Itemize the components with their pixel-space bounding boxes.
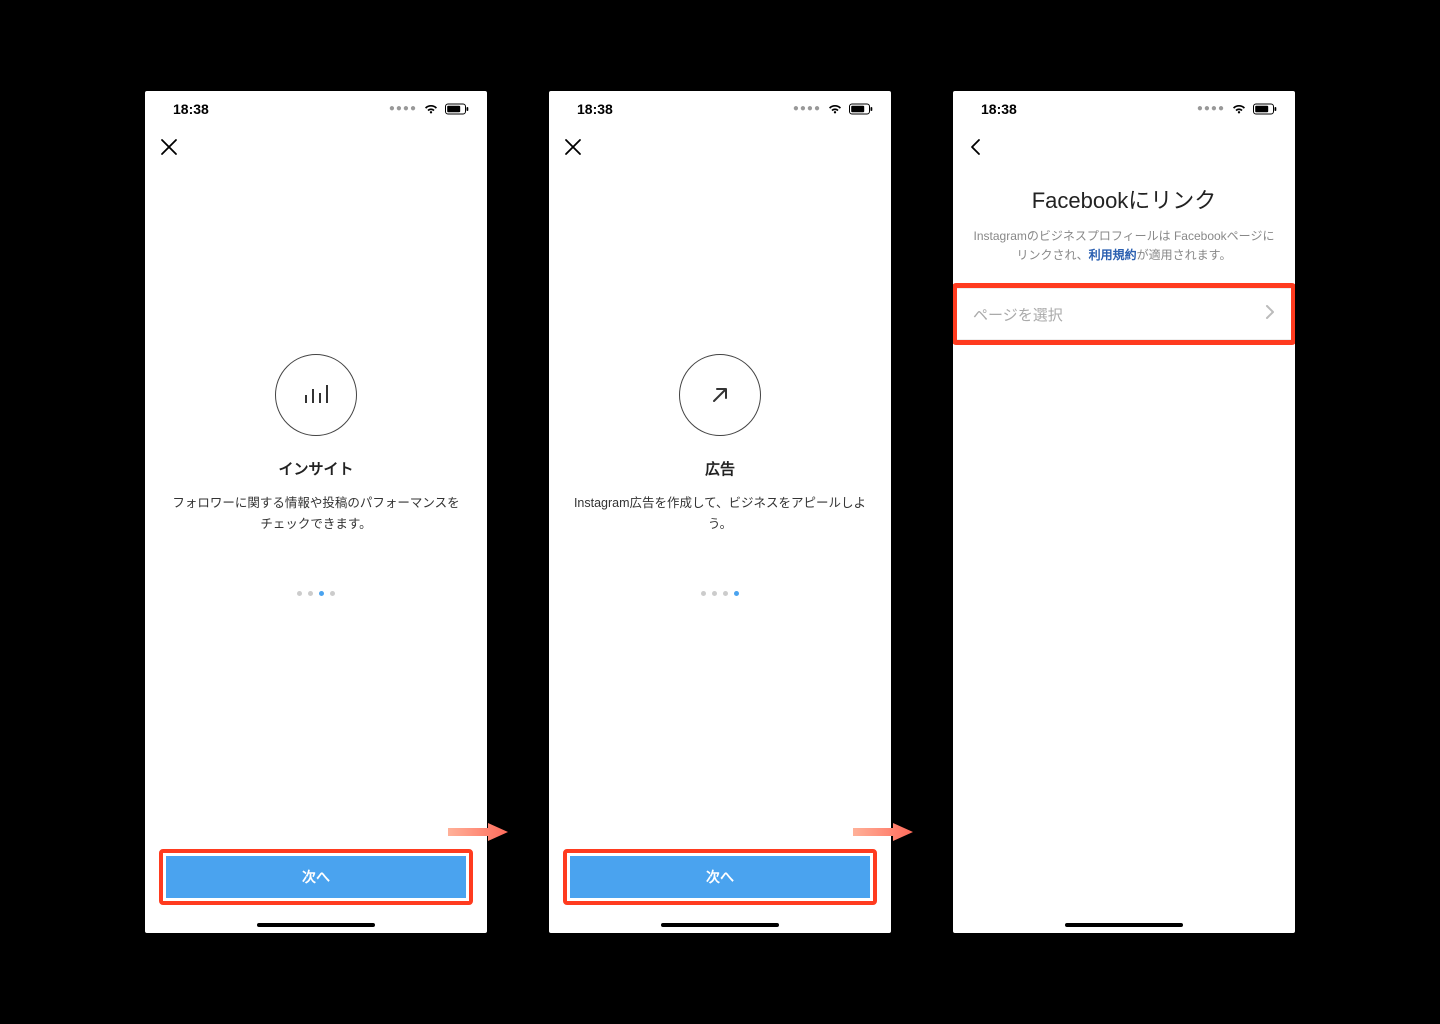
status-icons: ●●●● <box>793 103 873 115</box>
tos-link[interactable]: 利用規約 <box>1089 248 1137 262</box>
highlight-next: 次へ <box>563 849 877 905</box>
onboarding-desc: フォロワーに関する情報や投稿のパフォーマンスをチェックできます。 <box>169 493 463 536</box>
status-icons: ●●●● <box>1197 103 1277 115</box>
onboarding-content: 広告 Instagram広告を作成して、ビジネスをアピールしよう。 <box>549 141 891 809</box>
status-bar: 18:38 ●●●● <box>953 91 1295 127</box>
status-time: 18:38 <box>173 101 209 117</box>
flow-arrow-icon <box>448 822 508 842</box>
onboarding-desc: Instagram広告を作成して、ビジネスをアピールしよう。 <box>573 493 867 536</box>
highlight-select-page: ページを選択 <box>953 283 1295 345</box>
page-title: Facebookにリンク <box>973 183 1275 215</box>
status-icons: ●●●● <box>389 103 469 115</box>
highlight-next: 次へ <box>159 849 473 905</box>
home-indicator <box>257 923 375 927</box>
cell-dots-icon: ●●●● <box>389 103 417 114</box>
status-time: 18:38 <box>981 101 1017 117</box>
screen-ads: 18:38 ●●●● 広告 Instagra <box>549 91 891 933</box>
bar-chart-icon <box>275 354 357 436</box>
status-bar: 18:38 ●●●● <box>549 91 891 127</box>
screen-link-facebook: 18:38 ●●●● Facebookにリンク Instagramのビジネスプロ… <box>953 91 1295 933</box>
status-bar: 18:38 ●●●● <box>145 91 487 127</box>
cell-dots-icon: ●●●● <box>1197 103 1225 114</box>
home-indicator <box>1065 923 1183 927</box>
flow-arrow-icon <box>853 822 913 842</box>
nav-row <box>953 127 1295 171</box>
arrow-up-right-icon <box>679 354 761 436</box>
onboarding-title: インサイト <box>278 458 353 479</box>
back-icon[interactable] <box>967 138 985 161</box>
pager-dots <box>701 591 739 596</box>
wifi-icon <box>1231 103 1247 115</box>
link-header: Facebookにリンク Instagramのビジネスプロフィールは Faceb… <box>953 171 1295 283</box>
select-page-placeholder: ページを選択 <box>973 304 1063 325</box>
screen-insights: 18:38 ●●●● <box>145 91 487 933</box>
next-button[interactable]: 次へ <box>166 856 466 898</box>
battery-icon <box>1253 103 1277 115</box>
pager-dots <box>297 591 335 596</box>
battery-icon <box>445 103 469 115</box>
wifi-icon <box>423 103 439 115</box>
wifi-icon <box>827 103 843 115</box>
chevron-right-icon <box>1265 305 1275 323</box>
cell-dots-icon: ●●●● <box>793 103 821 114</box>
page-subtitle: Instagramのビジネスプロフィールは Facebookページにリンクされ、… <box>973 227 1275 265</box>
home-indicator <box>661 923 779 927</box>
onboarding-content: インサイト フォロワーに関する情報や投稿のパフォーマンスをチェックできます。 <box>145 141 487 809</box>
next-button[interactable]: 次へ <box>570 856 870 898</box>
battery-icon <box>849 103 873 115</box>
status-time: 18:38 <box>577 101 613 117</box>
select-page-row[interactable]: ページを選択 <box>957 288 1291 340</box>
onboarding-title: 広告 <box>705 458 735 479</box>
